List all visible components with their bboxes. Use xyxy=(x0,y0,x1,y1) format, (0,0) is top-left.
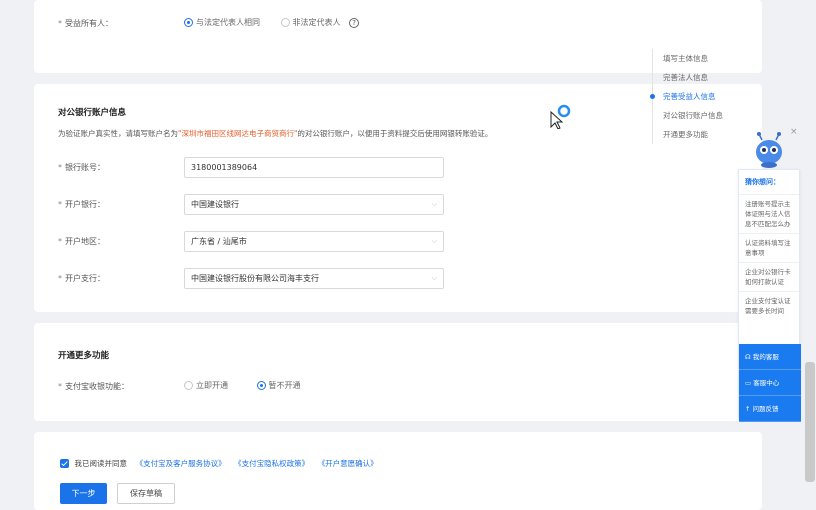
bank-region-label: * 开户地区： xyxy=(58,237,105,246)
bank-name-select[interactable]: 中国建设银行 ⌵ xyxy=(184,194,444,215)
beneficiary-option-same[interactable]: 与法定代表人相同 xyxy=(184,18,263,27)
alipay-cashier-options: 立即开通 暂不开通 xyxy=(184,380,301,391)
option-open-now[interactable]: 立即开通 xyxy=(184,381,231,390)
anchor-item-beneficiary[interactable]: 完善受益人信息 xyxy=(650,87,762,106)
chevron-down-icon: ⌵ xyxy=(431,274,437,282)
feedback-button[interactable]: ↑ 问题反馈 xyxy=(739,396,801,422)
bank-branch-select[interactable]: 中国建设银行股份有限公司海丰支行 ⌵ xyxy=(184,268,444,289)
bank-region-select[interactable]: 广东省 / 汕尾市 ⌵ xyxy=(184,231,444,252)
next-button[interactable]: 下一步 xyxy=(60,483,107,504)
option-not-now[interactable]: 暂不开通 xyxy=(256,381,301,390)
my-service-button[interactable]: ☊ 我的客服 xyxy=(739,344,801,370)
bank-section-title: 对公银行账户信息 xyxy=(58,108,127,118)
anchor-item-subject[interactable]: 填写主体信息 xyxy=(653,49,762,68)
monitor-icon: ▭ xyxy=(745,379,754,387)
bank-section-tip: 为验证账户真实性，请填写账户名为"深圳市福田区线网达电子商贸商行"的对公银行账户… xyxy=(58,129,493,138)
headset-icon: ☊ xyxy=(745,353,753,361)
more-functions-card: 开通更多功能 * 支付宝收银功能： 立即开通 暂不开通 xyxy=(34,323,762,421)
radio-selected-icon xyxy=(256,381,266,390)
service-center-button[interactable]: ▭ 客服中心 xyxy=(739,370,801,396)
scrollbar-thumb[interactable] xyxy=(805,362,815,482)
help-question[interactable]: 企业支付宝认证需要多长时间 xyxy=(739,291,799,320)
help-actions: ☊ 我的客服 ▭ 客服中心 ↑ 问题反馈 xyxy=(739,344,801,422)
radio-empty-icon xyxy=(184,381,193,390)
agreement-link-confirm[interactable]: 《开户意愿确认》 xyxy=(318,459,378,468)
beneficiary-label: * 受益所有人： xyxy=(58,19,113,28)
chevron-down-icon: ⌵ xyxy=(431,200,437,208)
agreement-link-service[interactable]: 《支付宝及客户服务协议》 xyxy=(136,459,226,468)
beneficiary-options: 与法定代表人相同 非法定代表人 ? xyxy=(184,17,360,28)
help-panel: 猜你想问： 注册账号提示主体证照与法人信息不匹配怎么办 认证资料填写注意事项 企… xyxy=(738,169,801,422)
radio-empty-icon xyxy=(280,18,290,27)
anchor-item-legal-person[interactable]: 完善法人信息 xyxy=(653,68,762,87)
beneficiary-option-other[interactable]: 非法定代表人 xyxy=(280,18,344,27)
up-arrow-icon: ↑ xyxy=(745,405,753,413)
bank-account-number-input[interactable]: 3180001389064 xyxy=(184,157,444,178)
scrollbar[interactable] xyxy=(803,0,816,510)
anchor-nav: 填写主体信息 完善法人信息 完善受益人信息 对公银行账户信息 开通更多功能 xyxy=(650,49,762,144)
help-question[interactable]: 认证资料填写注意事项 xyxy=(739,233,799,262)
bank-branch-label: * 开户支行： xyxy=(58,274,105,283)
radio-selected-icon xyxy=(184,18,193,27)
mascot-robot-icon xyxy=(756,132,782,168)
anchor-item-more-functions[interactable]: 开通更多功能 xyxy=(653,125,762,144)
agreement-prefix: 我已阅读并同意 xyxy=(74,459,128,468)
chevron-down-icon: ⌵ xyxy=(431,237,437,245)
save-draft-button[interactable]: 保存草稿 xyxy=(117,483,175,504)
anchor-item-bank-account[interactable]: 对公银行账户信息 xyxy=(653,106,762,125)
help-panel-title: 猜你想问： xyxy=(745,178,780,186)
agreement-row: 我已阅读并同意 《支付宝及客户服务协议》 《支付宝隐私权政策》 《开户意愿确认》 xyxy=(60,458,378,469)
alipay-cashier-label: * 支付宝收银功能： xyxy=(58,382,129,391)
agreement-checkbox[interactable] xyxy=(60,459,69,468)
help-question[interactable]: 注册账号提示主体证照与法人信息不匹配怎么办 xyxy=(739,194,799,233)
mouse-cursor-icon xyxy=(550,104,571,129)
question-circle-icon[interactable]: ? xyxy=(349,17,360,28)
bank-account-number-label: * 银行账号： xyxy=(58,163,105,172)
bank-name-label: * 开户银行： xyxy=(58,200,105,209)
agreement-link-privacy[interactable]: 《支付宝隐私权政策》 xyxy=(234,459,309,468)
help-question[interactable]: 企业对公银行卡如何打款认证 xyxy=(739,262,799,291)
close-icon[interactable]: × xyxy=(790,127,798,137)
more-section-title: 开通更多功能 xyxy=(58,351,110,361)
